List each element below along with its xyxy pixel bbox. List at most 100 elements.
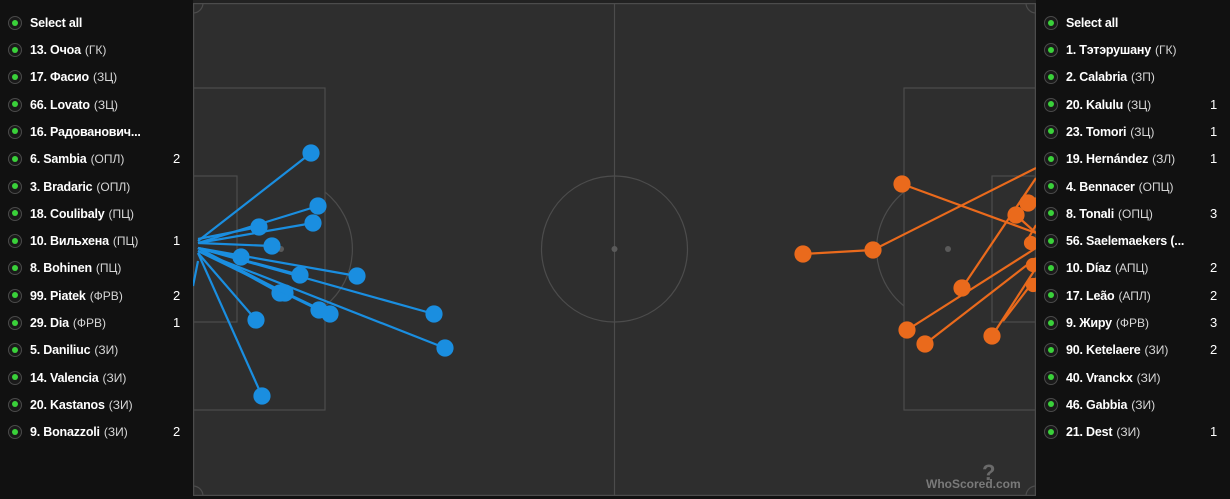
home-player-row[interactable]: 29. Dia (ФРВ) <box>8 312 106 334</box>
right-penalty-spot <box>945 246 951 252</box>
home-player-row[interactable]: 8. Bohinen (ПЦ) <box>8 257 121 279</box>
away-player-row[interactable]: 2. Calabria (ЗП) <box>1044 66 1155 88</box>
home-select-all[interactable]: Select all <box>8 12 82 34</box>
checkbox-checked-icon[interactable] <box>1044 70 1058 85</box>
pass-end-marker[interactable] <box>304 214 322 232</box>
away-player-row[interactable]: 56. Saelemaekers (... <box>1044 230 1188 252</box>
away-player-row[interactable]: 40. Vranckx (ЗИ) <box>1044 367 1160 389</box>
checkbox-checked-icon[interactable] <box>8 179 22 194</box>
away-player-row[interactable]: 21. Dest (ЗИ) <box>1044 421 1140 443</box>
player-position: (ЗЦ) <box>1130 124 1155 139</box>
pass-end-marker[interactable] <box>309 197 327 215</box>
home-player-row[interactable]: 18. Coulibaly (ПЦ) <box>8 203 134 225</box>
pass-end-marker[interactable] <box>916 335 934 353</box>
away-player-row[interactable]: 90. Ketelaere (ЗИ) <box>1044 339 1168 361</box>
away-player-row[interactable]: 46. Gabbia (ЗИ) <box>1044 394 1155 416</box>
player-position: (ГК) <box>1155 43 1177 57</box>
home-player-row[interactable]: 10. Вильхена (ПЦ) <box>8 230 138 252</box>
pass-end-marker[interactable] <box>425 305 443 323</box>
pass-end-marker[interactable] <box>247 311 265 329</box>
away-player-row[interactable]: 19. Hernández (ЗЛ) <box>1044 148 1175 170</box>
checkbox-checked-icon[interactable] <box>1044 179 1058 194</box>
away-player-row[interactable]: 17. Leão (АПЛ) <box>1044 285 1151 307</box>
away-player-row[interactable]: 8. Tonali (ОПЦ) <box>1044 203 1153 225</box>
checkbox-checked-icon[interactable] <box>1044 397 1058 412</box>
away-player-row[interactable]: 9. Жиру (ФРВ) <box>1044 312 1149 334</box>
pass-end-marker[interactable] <box>263 237 281 255</box>
home-player-row[interactable]: 17. Фасио (ЗЦ) <box>8 66 117 88</box>
checkbox-checked-icon[interactable] <box>8 234 22 249</box>
pass-end-marker[interactable] <box>794 245 812 263</box>
player-name: 8. Tonali <box>1066 206 1114 221</box>
player-position: (ЗЦ) <box>93 97 118 112</box>
away-player-row[interactable]: 23. Tomori (ЗЦ) <box>1044 121 1154 143</box>
checkbox-checked-icon[interactable] <box>1044 370 1058 385</box>
checkbox-checked-icon[interactable] <box>8 43 22 57</box>
checkbox-checked-icon[interactable] <box>1044 288 1058 303</box>
home-player-row[interactable]: 16. Радованович... <box>8 121 145 143</box>
pass-end-marker[interactable] <box>321 305 339 323</box>
checkbox-checked-icon[interactable] <box>1044 97 1058 112</box>
checkbox-checked-icon[interactable] <box>8 288 22 303</box>
checkbox-checked-icon[interactable] <box>1044 16 1058 30</box>
away-player-row[interactable]: 10. Díaz (АПЦ) <box>1044 257 1148 279</box>
pass-end-marker[interactable] <box>1023 235 1036 251</box>
home-player-row[interactable]: 20. Kastanos (ЗИ) <box>8 394 133 416</box>
pass-end-marker[interactable] <box>864 241 882 259</box>
home-player-filter: Select all 13. Очоа (ГК) 17. Фасио (ЗЦ) 66. … <box>0 0 193 499</box>
checkbox-checked-icon[interactable] <box>1044 43 1058 57</box>
checkbox-checked-icon[interactable] <box>1044 206 1058 221</box>
home-player-row[interactable]: 6. Sambia (ОПЛ) <box>8 148 124 170</box>
pass-end-marker[interactable] <box>898 321 916 339</box>
home-player-row[interactable]: 13. Очоа (ГК) <box>8 39 106 61</box>
pass-end-marker[interactable] <box>302 144 320 162</box>
home-player-row[interactable]: 3. Bradaric (ОПЛ) <box>8 176 130 198</box>
player-position: (ОПЦ) <box>1117 206 1153 221</box>
away-player-row[interactable]: 20. Kalulu (ЗЦ) <box>1044 94 1151 116</box>
checkbox-checked-icon[interactable] <box>8 152 22 167</box>
checkbox-checked-icon[interactable] <box>8 397 22 412</box>
checkbox-checked-icon[interactable] <box>8 343 22 358</box>
checkbox-checked-icon[interactable] <box>1044 425 1058 440</box>
away-player-row[interactable]: 1. Тэтэрушану (ГК) <box>1044 39 1176 61</box>
checkbox-checked-icon[interactable] <box>1044 343 1058 358</box>
pass-end-marker[interactable] <box>953 279 971 297</box>
player-name: 20. Kalulu <box>1066 97 1124 112</box>
pass-end-marker[interactable] <box>1025 257 1036 273</box>
home-player-row[interactable]: 99. Piatek (ФРВ) <box>8 285 123 307</box>
checkbox-checked-icon[interactable] <box>8 16 22 30</box>
checkbox-checked-icon[interactable] <box>8 206 22 221</box>
checkbox-checked-icon[interactable] <box>8 124 22 139</box>
pass-count: 2 <box>1210 342 1218 358</box>
player-position: (ПЦ) <box>112 234 139 249</box>
pass-end-marker[interactable] <box>250 218 268 236</box>
pass-count: 1 <box>1210 96 1218 112</box>
checkbox-checked-icon[interactable] <box>8 316 22 330</box>
pass-end-marker[interactable] <box>436 339 454 357</box>
home-player-row[interactable]: 14. Valencia (ЗИ) <box>8 367 126 389</box>
checkbox-checked-icon[interactable] <box>1044 316 1058 330</box>
checkbox-checked-icon[interactable] <box>8 425 22 440</box>
pass-end-marker[interactable] <box>253 387 271 405</box>
home-player-row[interactable]: 66. Lovato (ЗЦ) <box>8 94 118 116</box>
checkbox-checked-icon[interactable] <box>1044 152 1058 167</box>
checkbox-checked-icon[interactable] <box>8 97 22 112</box>
player-position: (ФРВ) <box>89 288 123 303</box>
player-name: 40. Vranckx <box>1066 370 1133 385</box>
checkbox-checked-icon[interactable] <box>1044 124 1058 139</box>
pass-end-marker[interactable] <box>983 327 1001 345</box>
checkbox-checked-icon[interactable] <box>8 70 22 85</box>
checkbox-checked-icon[interactable] <box>8 261 22 276</box>
home-player-row[interactable]: 9. Bonazzoli (ЗИ) <box>8 421 128 443</box>
home-player-row[interactable]: 5. Daniliuc (ЗИ) <box>8 339 118 361</box>
player-position: (ЗИ) <box>1136 370 1161 385</box>
away-select-all[interactable]: Select all <box>1044 12 1118 34</box>
pass-end-marker[interactable] <box>893 175 911 193</box>
pass-end-marker[interactable] <box>1025 277 1036 293</box>
pass-count: 1 <box>1210 151 1218 167</box>
pass-end-marker[interactable] <box>348 267 366 285</box>
checkbox-checked-icon[interactable] <box>1044 234 1058 249</box>
checkbox-checked-icon[interactable] <box>8 370 22 385</box>
checkbox-checked-icon[interactable] <box>1044 261 1058 276</box>
away-player-row[interactable]: 4. Bennacer (ОПЦ) <box>1044 176 1174 198</box>
